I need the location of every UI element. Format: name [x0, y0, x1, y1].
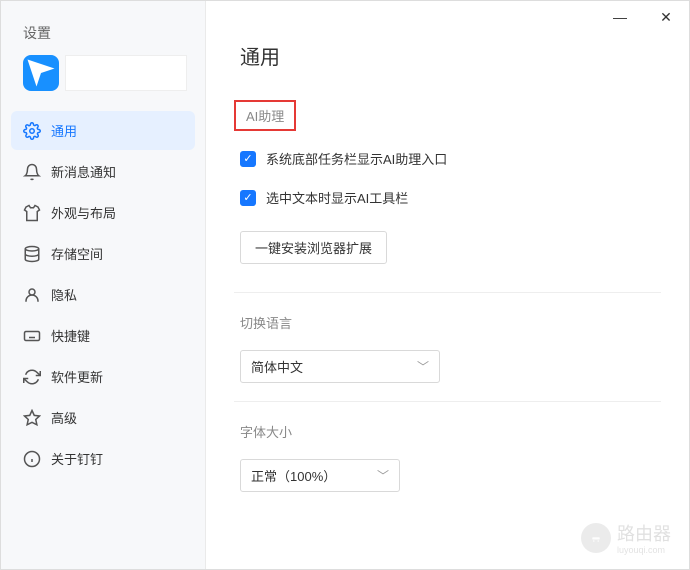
language-select[interactable]: 简体中文 ﹀ [240, 350, 440, 383]
user-icon [23, 286, 41, 304]
sidebar-item-privacy[interactable]: 隐私 [11, 275, 195, 314]
sidebar-item-label: 外观与布局 [51, 203, 116, 222]
database-icon [23, 245, 41, 263]
sidebar-item-general[interactable]: 通用 [11, 111, 195, 150]
sidebar-item-label: 高级 [51, 408, 77, 427]
sidebar-item-advanced[interactable]: 高级 [11, 398, 195, 437]
refresh-icon [23, 368, 41, 386]
sidebar-title: 设置 [1, 11, 205, 49]
sidebar-item-about[interactable]: 关于钉钉 [11, 439, 195, 478]
sidebar-item-appearance[interactable]: 外观与布局 [11, 193, 195, 232]
content-pane: 通用 AI助理 ✓ 系统底部任务栏显示AI助理入口 ✓ 选中文本时显示AI工具栏… [206, 1, 689, 569]
star-icon [23, 409, 41, 427]
sidebar-item-label: 快捷键 [51, 326, 90, 345]
sidebar-nav: 通用 新消息通知 外观与布局 存储空间 [1, 107, 205, 484]
sidebar-item-notifications[interactable]: 新消息通知 [11, 152, 195, 191]
chevron-down-icon: ﹀ [377, 467, 389, 484]
watermark-sub: luyouqi.com [617, 546, 671, 555]
checkbox-row-taskbar-ai: ✓ 系统底部任务栏显示AI助理入口 [240, 149, 661, 168]
page-title: 通用 [240, 41, 661, 70]
sidebar-item-update[interactable]: 软件更新 [11, 357, 195, 396]
sidebar-item-label: 新消息通知 [51, 162, 116, 181]
bell-icon [23, 163, 41, 181]
minimize-button[interactable]: — [597, 1, 643, 33]
checkbox-label: 系统底部任务栏显示AI助理入口 [266, 149, 447, 168]
section-language-label: 切换语言 [240, 313, 292, 332]
keyboard-icon [23, 327, 41, 345]
select-value: 正常（100%） [251, 466, 336, 485]
sidebar-item-label: 软件更新 [51, 367, 103, 386]
router-icon [581, 523, 611, 553]
sidebar-item-storage[interactable]: 存储空间 [11, 234, 195, 273]
sidebar-item-label: 通用 [51, 121, 77, 140]
shirt-icon [23, 204, 41, 222]
font-size-select[interactable]: 正常（100%） ﹀ [240, 459, 400, 492]
divider [234, 292, 661, 293]
sidebar: 设置 通用 新消息通知 [1, 1, 206, 569]
section-font-label: 字体大小 [240, 422, 292, 441]
app-name-blank [65, 55, 187, 91]
checkbox-text-ai-toolbar[interactable]: ✓ [240, 190, 256, 206]
chevron-down-icon: ﹀ [417, 358, 429, 375]
divider [234, 401, 661, 402]
checkbox-taskbar-ai[interactable]: ✓ [240, 151, 256, 167]
gear-icon [23, 122, 41, 140]
select-value: 简体中文 [251, 357, 303, 376]
sidebar-item-shortcuts[interactable]: 快捷键 [11, 316, 195, 355]
section-ai-label: AI助理 [234, 100, 296, 131]
close-button[interactable]: ✕ [643, 1, 689, 33]
app-header [1, 49, 205, 107]
checkbox-row-text-ai-toolbar: ✓ 选中文本时显示AI工具栏 [240, 188, 661, 207]
sidebar-item-label: 存储空间 [51, 244, 103, 263]
watermark-text: 路由器 [617, 524, 671, 544]
checkbox-label: 选中文本时显示AI工具栏 [266, 188, 408, 207]
install-browser-ext-button[interactable]: 一键安装浏览器扩展 [240, 231, 387, 264]
sidebar-item-label: 隐私 [51, 285, 77, 304]
sidebar-item-label: 关于钉钉 [51, 449, 103, 468]
watermark: 路由器 luyouqi.com [581, 520, 671, 555]
info-icon [23, 450, 41, 468]
app-icon [23, 55, 59, 91]
